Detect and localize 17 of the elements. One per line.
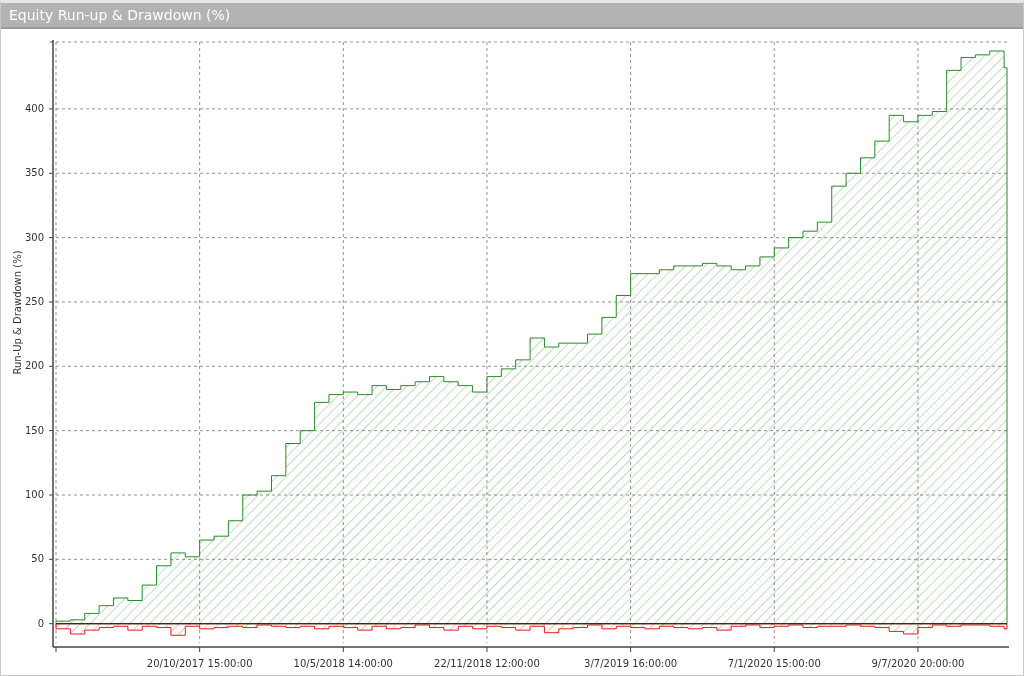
axis-title: Run-Up & Drawdown (%) [12, 250, 23, 375]
axis-tick-label: 250 [24, 295, 44, 307]
panel-title: Equity Run-up & Drawdown (%) [1, 3, 1023, 29]
axis-tick-label: 100 [24, 489, 44, 500]
axis-tick-label: 200 [24, 360, 44, 372]
axis-tick-label: 20/10/2017 15:00:00 [146, 658, 253, 669]
axis-tick-label: 3/7/2019 16:00:00 [584, 658, 678, 669]
axis-tick-label: 400 [24, 102, 44, 114]
axis-tick-label: 0 [37, 617, 44, 629]
axis-tick-label: 150 [24, 424, 44, 436]
axis-tick-label: 350 [24, 167, 44, 179]
axis-tick-label: 22/11/2018 12:00:00 [434, 658, 540, 669]
axis-tick-label: 10/5/2018 14:00:00 [293, 658, 393, 669]
axis-tick-label: 50 [31, 553, 44, 565]
axis-tick-label: 9/7/2020 20:00:00 [871, 658, 965, 669]
axis-tick-label: 300 [24, 231, 44, 243]
axis-tick-label: 7/1/2020 15:00:00 [727, 658, 821, 669]
